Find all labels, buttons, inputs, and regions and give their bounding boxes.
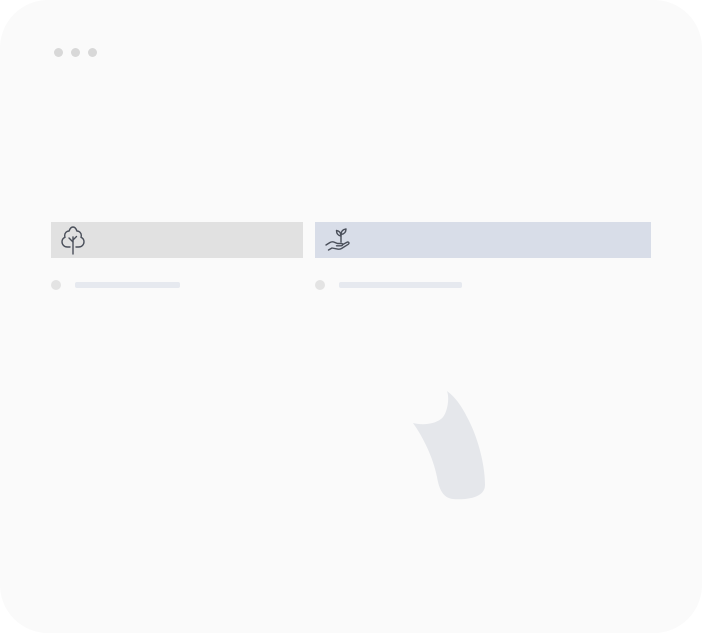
hand-sprout-icon [324, 226, 352, 254]
list-item[interactable] [51, 280, 180, 290]
decorative-shape [413, 391, 485, 500]
placeholder-text-bar [339, 282, 462, 288]
window-controls [54, 48, 97, 57]
window-control-dot[interactable] [54, 48, 63, 57]
list-bullet [315, 280, 325, 290]
window-control-dot[interactable] [88, 48, 97, 57]
tree-card-header[interactable] [51, 222, 303, 258]
plant-card-header[interactable] [315, 222, 651, 258]
list-bullet [51, 280, 61, 290]
app-window [0, 0, 702, 633]
placeholder-text-bar [75, 282, 180, 288]
list-item[interactable] [315, 280, 462, 290]
window-control-dot[interactable] [71, 48, 80, 57]
tree-icon [60, 225, 86, 255]
